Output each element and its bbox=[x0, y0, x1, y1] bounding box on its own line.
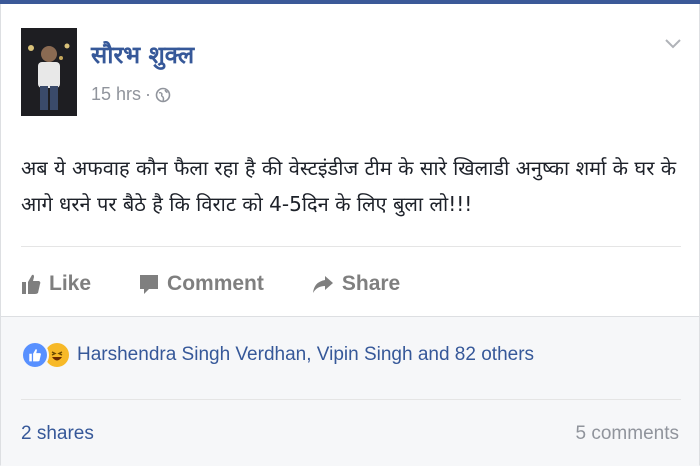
reactions-section: Harshendra Singh Verdhan, Vipin Singh an… bbox=[1, 316, 699, 466]
meta-separator: · bbox=[145, 84, 152, 104]
shares-count[interactable]: 2 shares bbox=[21, 423, 94, 445]
reactions-summary[interactable]: Harshendra Singh Verdhan, Vipin Singh an… bbox=[21, 341, 534, 369]
author-name[interactable]: सौरभ शुक्ल bbox=[91, 38, 194, 71]
like-label: Like bbox=[49, 272, 92, 295]
globe-icon[interactable] bbox=[155, 87, 171, 103]
like-button[interactable]: Like bbox=[21, 272, 91, 296]
post-timestamp[interactable]: 15 hrs bbox=[91, 84, 141, 105]
comment-label: Comment bbox=[167, 272, 264, 295]
chevron-down-icon[interactable] bbox=[663, 36, 683, 50]
like-reaction-icon bbox=[21, 341, 49, 369]
comments-count[interactable]: 5 comments bbox=[576, 423, 679, 445]
post-card: सौरभ शुक्ल 15 hrs · अब ये अफवाह कौन फैला… bbox=[0, 4, 700, 466]
share-arrow-icon bbox=[312, 276, 333, 293]
comment-icon bbox=[140, 275, 159, 294]
avatar[interactable] bbox=[21, 28, 77, 116]
share-label: Share bbox=[341, 272, 401, 295]
post-actions: Like Comment Share bbox=[21, 266, 448, 302]
thumbs-up-icon bbox=[22, 274, 41, 294]
reaction-names[interactable]: Harshendra Singh Verdhan, Vipin Singh an… bbox=[77, 344, 534, 366]
post-text: अब ये अफवाह कौन फैला रहा है की वेस्टइंडी… bbox=[21, 156, 677, 216]
post-meta: 15 hrs · bbox=[91, 84, 171, 105]
comment-button[interactable]: Comment bbox=[139, 272, 264, 296]
divider bbox=[21, 246, 681, 247]
share-button[interactable]: Share bbox=[312, 272, 400, 296]
divider bbox=[21, 399, 681, 400]
